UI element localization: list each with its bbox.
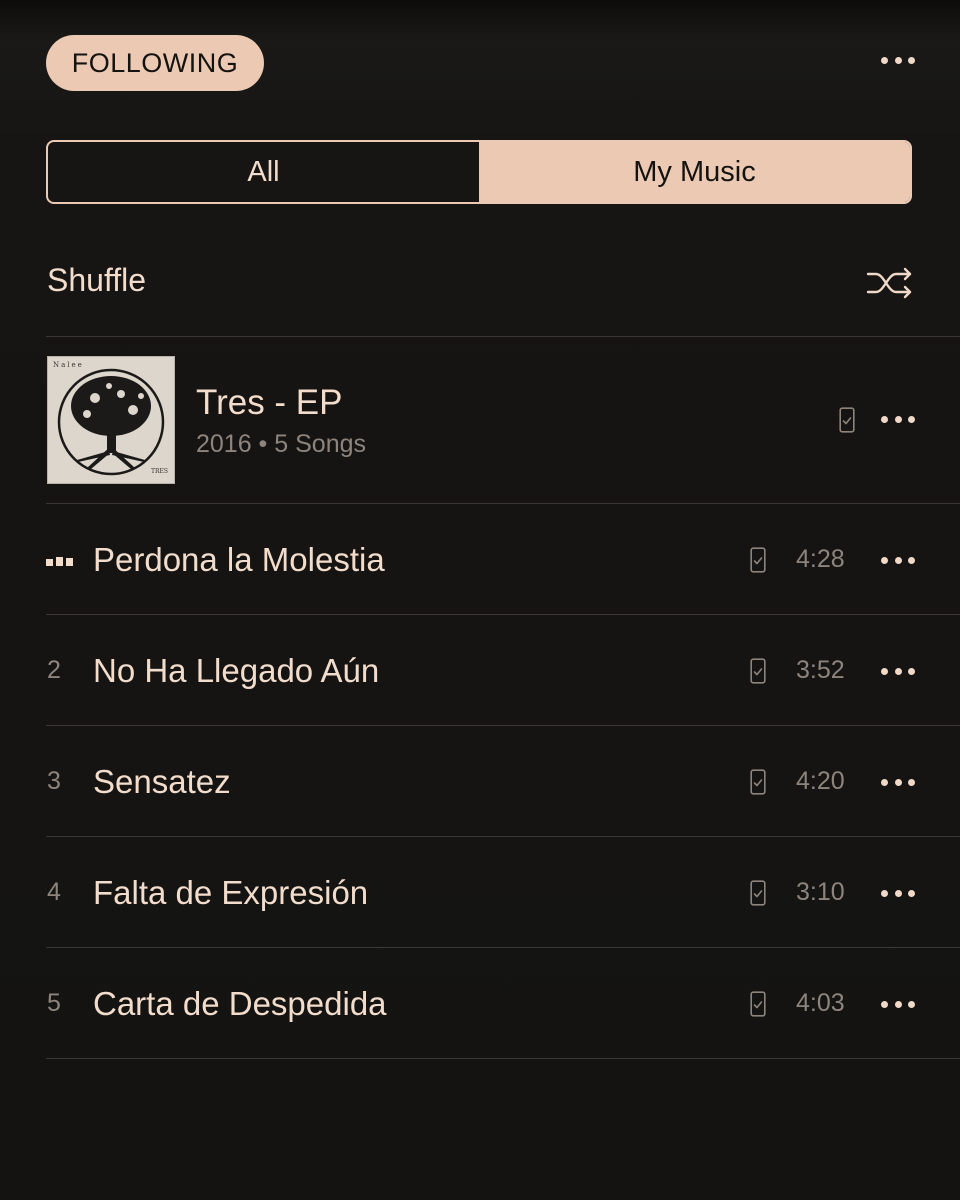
track-title: Perdona la Molestia: [93, 540, 385, 578]
track-duration: 3:52: [796, 656, 845, 684]
segment-all-label: All: [247, 155, 280, 188]
track-duration: 4:28: [796, 545, 845, 573]
track-title: No Ha Llegado Aún: [93, 651, 380, 689]
track-number: 2: [47, 656, 61, 684]
track-number: 5: [47, 989, 61, 1017]
more-icon[interactable]: [881, 55, 915, 65]
more-icon[interactable]: [881, 888, 915, 898]
track-title: Sensatez: [93, 762, 231, 800]
segment-my-music-label: My Music: [633, 155, 756, 188]
shuffle-button[interactable]: Shuffle: [47, 262, 146, 299]
album-artwork[interactable]: Nalee TRES: [47, 356, 175, 484]
track-title: Falta de Expresión: [93, 873, 369, 911]
downloaded-device-icon: [750, 547, 766, 573]
more-icon[interactable]: [881, 777, 915, 787]
track-duration: 3:10: [796, 878, 845, 906]
downloaded-device-icon: [750, 658, 766, 684]
album-page: FOLLOWING All My Music Shuffle Nalee TRE…: [0, 0, 960, 1200]
segment-all[interactable]: All: [48, 142, 479, 202]
segment-my-music[interactable]: My Music: [479, 142, 910, 202]
more-icon[interactable]: [881, 555, 915, 565]
album-art-text: Nalee: [53, 361, 84, 369]
track-number: 3: [47, 767, 61, 795]
track-row[interactable]: 2 No Ha Llegado Aún 3:52: [0, 615, 960, 726]
track-duration: 4:03: [796, 989, 845, 1017]
track-row[interactable]: Perdona la Molestia 4:28: [0, 504, 960, 615]
track-row[interactable]: 3 Sensatez 4:20: [0, 726, 960, 837]
shuffle-icon[interactable]: [866, 266, 914, 300]
divider: [46, 336, 960, 337]
album-meta: 2016 • 5 Songs: [196, 430, 366, 458]
downloaded-device-icon: [750, 991, 766, 1017]
downloaded-device-icon: [839, 407, 855, 433]
track-row[interactable]: 5 Carta de Despedida 4:03: [0, 948, 960, 1059]
downloaded-device-icon: [750, 769, 766, 795]
track-row[interactable]: 4 Falta de Expresión 3:10: [0, 837, 960, 948]
album-title[interactable]: Tres - EP: [196, 383, 343, 423]
following-button[interactable]: FOLLOWING: [46, 35, 264, 91]
library-segmented-control: All My Music: [46, 140, 912, 204]
track-duration: 4:20: [796, 767, 845, 795]
track-title: Carta de Despedida: [93, 984, 387, 1022]
downloaded-device-icon: [750, 880, 766, 906]
now-playing-icon: [46, 557, 73, 566]
divider: [46, 1058, 960, 1059]
track-number: 4: [47, 878, 61, 906]
more-icon[interactable]: [881, 999, 915, 1009]
album-art-text: TRES: [151, 468, 168, 475]
more-icon[interactable]: [881, 666, 915, 676]
more-icon[interactable]: [881, 414, 915, 424]
following-label: FOLLOWING: [71, 47, 239, 78]
